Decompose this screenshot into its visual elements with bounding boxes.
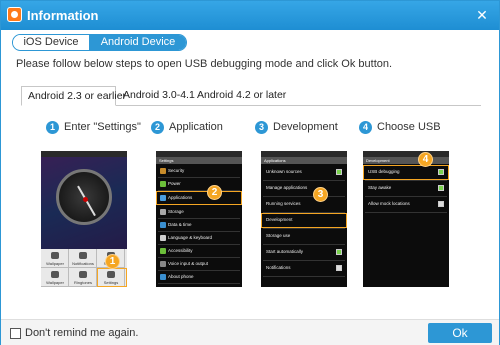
checkbox-icon [336, 169, 342, 175]
list-item-label: Security [168, 168, 185, 173]
power-icon [160, 181, 166, 187]
keyboard-icon [160, 235, 166, 241]
checkbox-icon [336, 265, 342, 271]
step-number: 4 [359, 121, 372, 134]
ringtones-icon [79, 271, 87, 278]
development-highlight [261, 213, 347, 228]
screen-title: Development [366, 158, 390, 163]
list-item: Running services [263, 198, 345, 213]
dialog-footer: Don't remind me again. Ok [1, 319, 499, 345]
menu-label: Notifications [72, 261, 94, 266]
instruction-text: Please follow below steps to open USB de… [16, 58, 393, 70]
applications-highlight [156, 191, 242, 205]
settings-highlight [97, 268, 127, 287]
list-item: Data & time [158, 219, 240, 232]
tab-android-3-0[interactable]: Android 3.0-4.1 [117, 86, 201, 106]
accessibility-icon [160, 248, 166, 254]
checkbox-icon [438, 201, 444, 207]
screen-header: Settings [156, 157, 242, 164]
list-item: About phone [158, 271, 240, 284]
step-number: 1 [46, 121, 59, 134]
list-item: Allow mock locations [365, 198, 447, 213]
list-item-label: Language & keyboard [168, 235, 213, 240]
storage-icon [160, 209, 166, 215]
screen-header: Development [363, 157, 449, 164]
list-item: Language & keyboard [158, 232, 240, 245]
list-item-label: Stay awake [368, 185, 392, 190]
list-item-label: About phone [168, 274, 194, 279]
step-number: 2 [151, 121, 164, 134]
screen-title: Applications [264, 158, 286, 163]
analog-clock-icon [56, 169, 112, 225]
list-item: Voice input & output [158, 258, 240, 271]
list-item-label: Notifications [266, 265, 291, 270]
information-dialog: Information ✕ iOS Device Android Device … [0, 0, 500, 345]
list-item: Stay awake [365, 182, 447, 197]
step-label: Enter "Settings" [64, 121, 141, 133]
list-item: Accessibility [158, 245, 240, 258]
list-item-label: Storage use [266, 233, 291, 238]
screen-header: Applications [261, 157, 347, 164]
step-label: Choose USB [377, 121, 441, 133]
list-item: Storage use [263, 230, 345, 245]
list-item-label: Start automatically [266, 249, 304, 254]
usb-debugging-highlight [363, 165, 449, 180]
list-item: Security [158, 165, 240, 178]
list-item-label: Storage [168, 209, 184, 214]
list-item: Start automatically [263, 246, 345, 261]
checkbox-icon [438, 185, 444, 191]
menu-label: Wallpaper [46, 280, 64, 285]
list-item-label: Data & time [168, 222, 192, 227]
list-item-label: Unknown sources [266, 169, 302, 174]
list-item: Storage [158, 206, 240, 219]
phone-screenshot-applications: Applications Unknown sources Manage appl… [261, 151, 347, 287]
menu-label: Wallpaper [46, 261, 64, 266]
dont-remind-checkbox[interactable] [10, 328, 21, 339]
clock-icon [160, 222, 166, 228]
tab-android-2-3[interactable]: Android 2.3 or earlier [21, 86, 126, 106]
list-item-label: Manage applications [266, 185, 308, 190]
checkbox-icon [336, 249, 342, 255]
step-number: 3 [255, 121, 268, 134]
microphone-icon [160, 261, 166, 267]
ok-button[interactable]: Ok [428, 323, 492, 343]
tab-ios-device[interactable]: iOS Device [13, 35, 89, 50]
step-badge: 4 [418, 152, 433, 167]
tab-android-4-2[interactable]: Android 4.2 or later [191, 86, 292, 106]
step-label: Application [169, 121, 223, 133]
security-icon [160, 168, 166, 174]
list-item-label: Running services [266, 201, 301, 206]
info-icon [160, 274, 166, 280]
phone-screenshot-settings: Settings Security Power Applications Sto… [156, 151, 242, 287]
step-label: Development [273, 121, 338, 133]
window-title: Information [27, 8, 99, 23]
list-item-label: Allow mock locations [368, 201, 410, 206]
screen-title: Settings [159, 158, 174, 163]
close-icon[interactable]: ✕ [473, 6, 491, 24]
menu-label: Ringtones [73, 280, 92, 285]
list-item: Power [158, 178, 240, 191]
wallpaper-icon [51, 252, 59, 259]
status-bar [41, 151, 127, 157]
list-item: Manage applications [263, 182, 345, 197]
phone-screenshot-development: Development USB debugging Stay awake All… [363, 151, 449, 287]
app-logo-icon [7, 7, 22, 22]
list-item-label: Accessibility [168, 248, 193, 253]
notifications-icon [79, 252, 87, 259]
list-item-label: Power [168, 181, 181, 186]
device-tabs: iOS Device Android Device [12, 34, 187, 51]
wallpaper-icon [51, 271, 59, 278]
list-item: Unknown sources [263, 166, 345, 181]
title-bar: Information ✕ [1, 1, 499, 30]
list-item: Notifications [263, 262, 345, 277]
step-badge: 3 [313, 187, 328, 202]
dont-remind-label[interactable]: Don't remind me again. [25, 327, 138, 339]
step-badge: 1 [105, 254, 120, 269]
tab-android-device[interactable]: Android Device [89, 35, 186, 50]
step-badge: 2 [207, 185, 222, 200]
phone-screenshot-home: Wallpaper Notifications Settings Wallpap… [41, 151, 127, 287]
list-item-label: Voice input & output [168, 261, 209, 266]
